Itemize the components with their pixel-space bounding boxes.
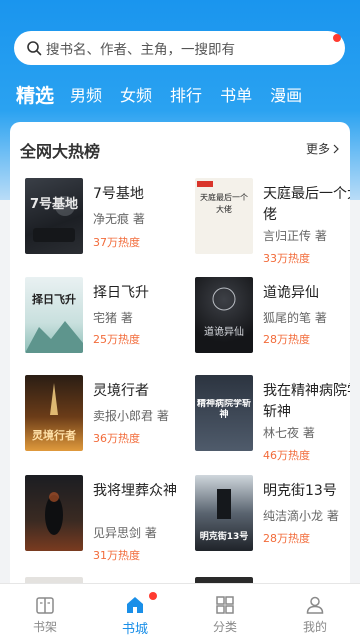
book-title: 我在精神病院学斩神 xyxy=(263,383,350,420)
book-title: 7号基地 xyxy=(93,186,144,202)
book-author: 宅猪 著 xyxy=(93,311,133,325)
nav-profile[interactable]: 我的 xyxy=(270,584,360,640)
book-item[interactable]: 明克街13号 明克街13号 纯洁滴小龙 著 28万热度 xyxy=(195,475,350,555)
book-cover xyxy=(25,475,83,551)
book-author: 林七夜 著 xyxy=(263,426,315,440)
book-author: 狐尾的笔 著 xyxy=(263,311,327,325)
notification-dot xyxy=(333,34,341,42)
bookshelf-icon xyxy=(36,597,54,614)
section-title: 全网大热榜 xyxy=(20,142,101,161)
book-cover: 7号基地 xyxy=(25,178,83,254)
nav-label: 我的 xyxy=(302,620,327,634)
search-placeholder: 搜书名、作者、主角，一搜即有 xyxy=(46,42,235,58)
tab-comics[interactable]: 漫画 xyxy=(270,84,302,108)
chevron-right-icon xyxy=(333,144,339,153)
nav-category[interactable]: 分类 xyxy=(180,584,270,640)
book-author: 纯洁滴小龙 著 xyxy=(263,509,339,523)
nav-store[interactable]: 书城 xyxy=(90,584,180,640)
book-cover: 道诡异仙 xyxy=(195,277,253,353)
book-heat: 33万热度 xyxy=(263,252,310,265)
hot-list-card: 全网大热榜 更多 7号基地 7号基地 净无痕 著 37万热度 天庭最后一个大佬 xyxy=(10,122,350,592)
cover-title: 精神病院学斩神 xyxy=(197,399,251,420)
store-badge-dot xyxy=(149,592,157,600)
book-title: 择日飞升 xyxy=(93,285,149,301)
book-item[interactable]: 道诡异仙 道诡异仙 狐尾的笔 著 28万热度 xyxy=(195,277,350,357)
search-bar[interactable]: 搜书名、作者、主角，一搜即有 xyxy=(14,31,345,65)
book-cover: 精神病院学斩神 xyxy=(195,375,253,451)
more-link[interactable]: 更多 xyxy=(306,140,340,157)
book-cover: 明克街13号 xyxy=(195,475,253,551)
book-item[interactable]: 灵境行者 灵境行者 卖报小郎君 著 36万热度 xyxy=(25,375,190,455)
book-heat: 36万热度 xyxy=(93,432,140,445)
channel-tabs: 精选 男频 女频 排行 书单 漫画 xyxy=(16,78,320,108)
book-cover: 灵境行者 xyxy=(25,375,83,451)
cover-title: 明克街13号 xyxy=(200,530,249,542)
search-icon xyxy=(27,41,42,56)
cover-title: 道诡异仙 xyxy=(204,325,244,338)
book-item[interactable]: 天庭最后一个大佬 天庭最后一个大佬 言归正传 著 33万热度 xyxy=(195,178,350,265)
store-icon xyxy=(127,597,143,613)
nav-label: 书架 xyxy=(32,620,57,634)
more-label: 更多 xyxy=(305,142,330,156)
book-title: 我将埋葬众神 xyxy=(93,483,177,499)
book-title: 明克街13号 xyxy=(263,483,337,499)
tab-featured[interactable]: 精选 xyxy=(16,84,54,108)
category-icon xyxy=(216,596,234,614)
book-cover: 择日飞升 xyxy=(25,277,83,353)
book-author: 净无痕 著 xyxy=(93,212,145,226)
book-heat: 28万热度 xyxy=(263,333,310,346)
cover-title: 7号基地 xyxy=(30,196,78,212)
book-heat: 46万热度 xyxy=(263,449,310,462)
cover-title: 择日飞升 xyxy=(32,292,76,306)
profile-icon xyxy=(306,596,324,614)
book-author: 见异思剑 著 xyxy=(93,526,157,540)
bottom-nav: 书架 书城 分类 我的 xyxy=(0,583,360,640)
book-heat: 31万热度 xyxy=(93,549,140,562)
book-heat: 28万热度 xyxy=(263,532,310,545)
book-item[interactable]: 择日飞升 择日飞升 宅猪 著 25万热度 xyxy=(25,277,190,357)
nav-label: 分类 xyxy=(212,620,237,634)
tab-male[interactable]: 男频 xyxy=(70,84,102,108)
book-cover: 天庭最后一个大佬 xyxy=(195,178,253,254)
nav-bookshelf[interactable]: 书架 xyxy=(0,584,90,640)
cover-title: 天庭最后一个大佬 xyxy=(200,193,248,214)
book-author: 言归正传 著 xyxy=(263,229,327,243)
tab-ranking[interactable]: 排行 xyxy=(170,84,202,108)
book-title: 道诡异仙 xyxy=(263,285,319,301)
book-author: 卖报小郎君 著 xyxy=(93,409,169,423)
book-item[interactable]: 精神病院学斩神 我在精神病院学斩神 林七夜 著 46万热度 xyxy=(195,375,350,462)
tab-female[interactable]: 女频 xyxy=(120,84,152,108)
book-heat: 37万热度 xyxy=(93,236,140,249)
book-item[interactable]: 我将埋葬众神 见异思剑 著 31万热度 xyxy=(25,475,190,562)
book-title: 灵境行者 xyxy=(93,383,149,399)
tab-booklist[interactable]: 书单 xyxy=(220,84,252,108)
cover-title: 灵境行者 xyxy=(32,428,76,442)
book-item[interactable]: 7号基地 7号基地 净无痕 著 37万热度 xyxy=(25,178,190,258)
book-heat: 25万热度 xyxy=(93,333,140,346)
nav-label: 书城 xyxy=(121,622,148,637)
book-title: 天庭最后一个大佬 xyxy=(263,186,350,223)
